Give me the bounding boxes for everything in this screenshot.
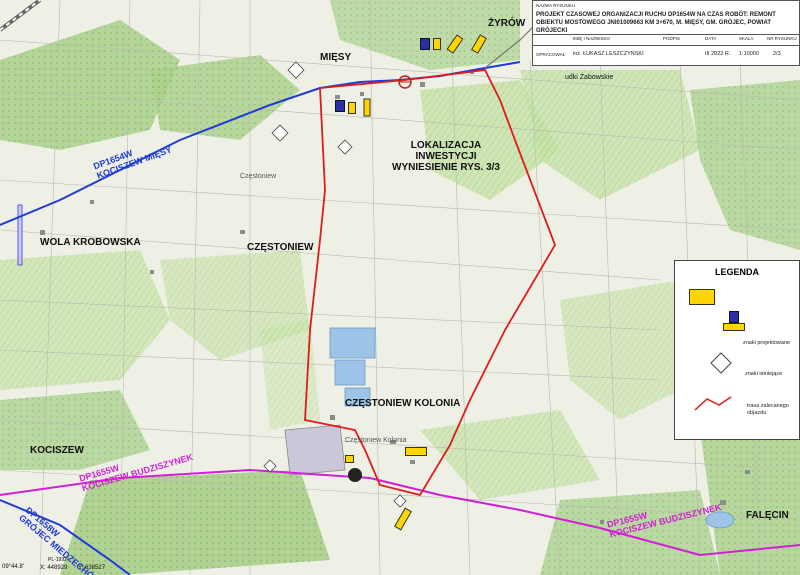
title-block-value-row: OPRACOWAŁ inż. ŁUKASZ LESZCZYŃSKI III 20… (533, 45, 799, 66)
projected-sign-info-icon[interactable] (345, 455, 354, 463)
place-czestoniew-small: Częstoniew (240, 173, 277, 180)
legend-info-sign-icon (723, 323, 745, 331)
coordinate-readout: 09°44.8' PL-1992 X: 448929 Y: 638527 (0, 557, 120, 575)
coord-y: Y: 638527 (78, 565, 106, 571)
coord-system: PL-1992 (48, 557, 67, 563)
drawing-date: III 2022 R. (705, 51, 731, 57)
projected-sign-detour-icon[interactable] (420, 38, 430, 50)
legend-detour-sign-icon (729, 311, 739, 323)
place-kociszew: KOCISZEW (30, 445, 84, 456)
col-signature: PODPIS (663, 36, 681, 41)
coord-x: X: 448929 (40, 565, 68, 571)
legend-title: LEGENDA (714, 267, 759, 277)
investment-line-1: LOKALIZACJA (410, 140, 482, 151)
coord-prefix: 09°44.8' (2, 564, 24, 570)
place-czestoniew-kolonia-small: Częstoniew Kolonia (345, 437, 407, 444)
legend-existing-label: znaki istniejące (745, 371, 783, 377)
place-zyrow: ŻYRÓW (488, 18, 526, 29)
projected-sign-detour-icon[interactable] (335, 100, 345, 112)
title-block-header: NAZWA RYSUNKU (536, 3, 576, 8)
projected-sign-board-icon[interactable] (405, 447, 427, 456)
industrial-area (284, 424, 346, 476)
investment-line-3: WYNIESIENIE RYS. 3/3 (392, 162, 500, 173)
drawing-title: PROJEKT CZASOWEJ ORGANIZACJI RUCHU DP165… (536, 12, 776, 34)
col-name: IMIĘ I NAZWISKO (573, 36, 611, 41)
role-label: OPRACOWAŁ (536, 52, 566, 57)
legend-panel: LEGENDA znaki projektowane znaki istniej… (674, 260, 800, 440)
place-miesy: MIĘSY (320, 52, 352, 63)
legend-detour-label: trasa zalecanego objazdu (747, 403, 789, 416)
projected-sign-info-icon[interactable] (433, 38, 441, 50)
sheet-number: 2/3 (773, 51, 781, 57)
projected-sign-info-icon[interactable] (348, 102, 356, 114)
col-scale: SKALA (739, 36, 754, 41)
place-falecin: FALĘCIN (746, 510, 789, 521)
map-canvas[interactable]: ŻYRÓW MIĘSY udki Żabowskie LOKALIZACJA I… (0, 0, 800, 575)
col-date: DATA (705, 36, 717, 41)
legend-detour-line-icon (694, 396, 732, 411)
projected-sign-board-icon[interactable] (363, 98, 371, 117)
author-name: inż. ŁUKASZ LESZCZYŃSKI (573, 51, 644, 57)
drawing-scale: 1:10000 (739, 51, 759, 57)
col-sheet: NR RYSUNKU (767, 36, 797, 41)
place-budy-zabowskie: udki Żabowskie (565, 74, 614, 81)
place-czestoniew-kolonia: CZĘSTONIEW KOLONIA (345, 398, 461, 409)
place-czestoniew: CZĘSTONIEW (247, 242, 314, 253)
legend-projected-label: znaki projektowane (743, 340, 791, 346)
legend-board-sign-icon (689, 289, 715, 305)
place-wola-krobowska: WOLA KROBOWSKA (40, 237, 141, 248)
investment-line-2: INWESTYCJI (415, 151, 477, 162)
investment-location-label: LOKALIZACJA INWESTYCJI WYNIESIENIE RYS. … (392, 140, 500, 173)
title-block: NAZWA RYSUNKU PROJEKT CZASOWEJ ORGANIZAC… (532, 0, 800, 66)
legend-existing-sign-icon (710, 352, 732, 374)
